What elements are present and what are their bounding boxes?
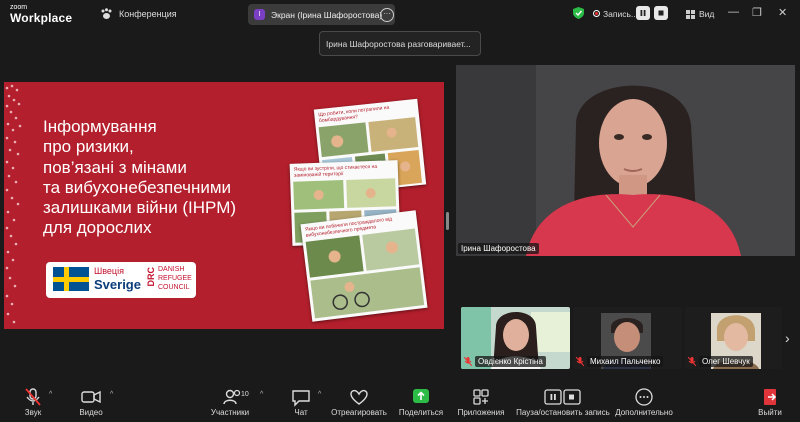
pause-icon <box>640 10 646 16</box>
drc-line: DANISH <box>158 266 185 273</box>
chat-bubble-icon <box>292 390 310 407</box>
recording-controls-icon <box>544 389 581 405</box>
participant-tile[interactable]: Михаил Пальченко <box>573 307 682 369</box>
speaking-tooltip: Ірина Шафоростова разговаривает... <box>319 31 481 56</box>
recording-label: Запись... <box>603 9 638 19</box>
minimize-icon[interactable]: — <box>728 6 739 18</box>
drc-line: REFUGEE <box>158 275 192 282</box>
participants-label: Участники <box>210 408 250 417</box>
participant-name-tag: Михаил Пальченко <box>576 356 664 367</box>
meeting-label: Конференция <box>119 9 177 19</box>
mic-muted-icon <box>464 357 472 366</box>
screen-share-pill[interactable]: I Экран (Ірина Шафоростова) <box>248 4 395 25</box>
stop-icon <box>658 10 664 16</box>
top-bar: zoom Workplace Конференция I Экран (Ірин… <box>0 0 800 30</box>
comic-page: Якщо ви побачили постраждалого від вибух… <box>300 210 428 322</box>
participants-count: 10 <box>241 391 249 398</box>
splitter-handle[interactable] <box>446 212 449 230</box>
restore-icon[interactable]: ❐ <box>752 6 762 19</box>
video-options-caret-icon[interactable]: ^ <box>110 391 113 398</box>
audio-options-caret-icon[interactable]: ^ <box>49 391 52 398</box>
react-label: Отреагировать <box>331 408 387 417</box>
video-label: Видео <box>79 408 103 417</box>
recording-icon <box>593 10 600 17</box>
slide-title-line: про ризики, <box>43 137 134 157</box>
share-label: Поделиться <box>398 408 444 417</box>
participant-name-tag: Олег Шевчук <box>688 356 753 367</box>
share-badge: I <box>254 9 265 20</box>
leave-door-icon <box>764 389 777 405</box>
slide-title-line: для дорослих <box>43 218 152 238</box>
chat-options-caret-icon[interactable]: ^ <box>318 391 321 398</box>
slide-title-line: Інформування <box>43 117 157 136</box>
drc-mark: DRC <box>146 267 156 287</box>
slide-title-line: та вибухонебезпечними <box>43 177 232 197</box>
zoom-logo-small: zoom <box>10 4 28 11</box>
share-screen-icon <box>413 389 429 403</box>
heart-icon <box>350 389 368 405</box>
share-options-icon[interactable]: ··· <box>380 8 394 22</box>
participant-tile[interactable]: Олег Шевчук <box>685 307 782 369</box>
sponsor-logos: Швеція Sverige DRC DANISH REFUGEE COUNCI… <box>46 262 196 298</box>
view-grid-icon[interactable] <box>686 10 695 19</box>
active-speaker-video: Ірина Шафоростова <box>456 65 795 256</box>
pause-stop-recording-label: Пауза/остановить запись <box>516 408 610 417</box>
security-shield-icon[interactable] <box>573 7 584 19</box>
participant-name-tag: Овдієнко Крістіна <box>464 356 546 367</box>
close-icon[interactable]: ✕ <box>778 6 787 19</box>
sweden-label-small: Швеція <box>94 266 124 276</box>
view-button[interactable]: Вид <box>699 9 714 19</box>
participant-name: Овдієнко Крістіна <box>475 356 546 367</box>
sweden-flag-icon <box>53 267 89 291</box>
mic-muted-icon <box>25 388 41 406</box>
video-camera-icon <box>81 390 101 404</box>
drc-line: COUNCIL <box>158 284 190 291</box>
comic-illustration <box>305 228 425 319</box>
meeting-info-button[interactable]: Конференция <box>100 8 177 20</box>
sweden-label: Sverige <box>94 277 141 292</box>
drc-name: DANISH REFUGEE COUNCIL <box>158 265 192 292</box>
stop-recording-button[interactable] <box>654 6 668 20</box>
bottom-toolbar: Звук ^ Видео ^ 10 Участники ^ Чат ^ Отре… <box>0 383 800 422</box>
participant-name: Олег Шевчук <box>699 356 753 367</box>
slide-title-line: залишками війни (ІНРМ) <box>43 198 237 218</box>
mic-muted-icon <box>576 357 584 366</box>
participant-name: Михаил Пальченко <box>587 356 664 367</box>
slide-title: Інформування про ризики, пов’язані з мін… <box>43 117 273 239</box>
speaker-name-tag: Ірина Шафоростова <box>458 243 539 254</box>
leave-label: Выйти <box>758 408 782 417</box>
participants-options-caret-icon[interactable]: ^ <box>260 391 263 398</box>
pause-recording-button[interactable] <box>636 6 650 20</box>
participant-tile[interactable]: Овдієнко Крістіна <box>461 307 570 369</box>
more-dots-icon <box>635 388 653 406</box>
mic-muted-icon <box>688 357 696 366</box>
apps-grid-icon <box>473 389 489 405</box>
chat-label: Чат <box>294 408 308 417</box>
share-label: Экран (Ірина Шафоростова) <box>271 9 383 20</box>
apps-label: Приложения <box>457 408 505 417</box>
audio-label: Звук <box>24 408 42 417</box>
paw-icon <box>101 8 112 19</box>
shared-slide: Інформування про ризики, пов’язані з мін… <box>4 82 444 329</box>
speaker-video-frame <box>456 65 795 256</box>
zoom-logo: Workplace <box>10 11 73 25</box>
slide-title-line: пов’язані з мінами <box>43 157 187 177</box>
more-label: Дополнительно <box>615 408 673 417</box>
next-page-chevron-icon[interactable]: › <box>785 330 790 346</box>
slide-dot-pattern <box>5 84 22 324</box>
